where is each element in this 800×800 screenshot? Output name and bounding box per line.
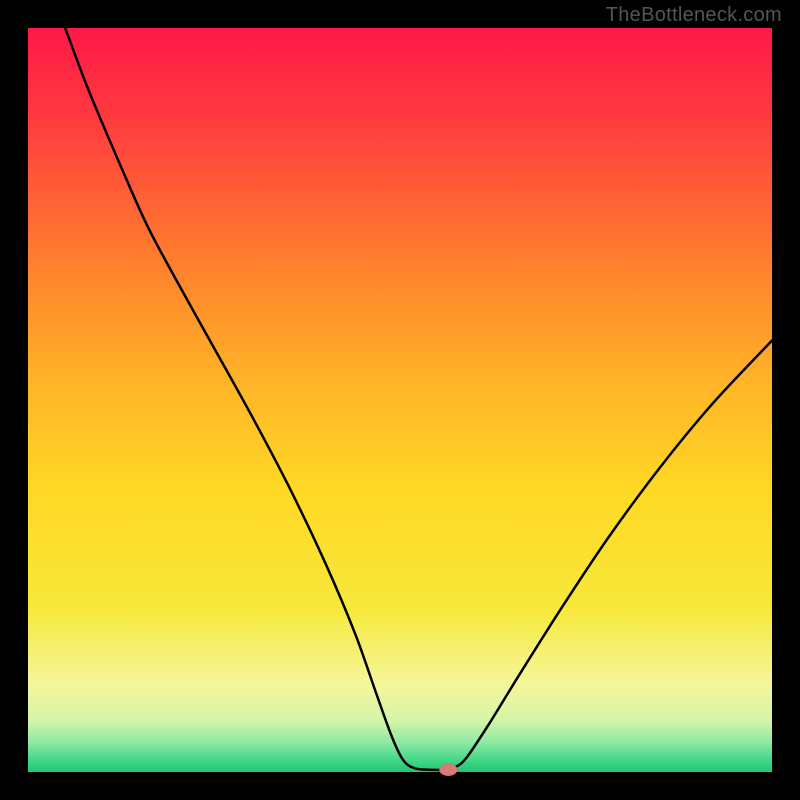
chart-container (0, 0, 800, 800)
plot-background (28, 28, 772, 772)
minimum-marker (439, 764, 457, 776)
watermark-text: TheBottleneck.com (606, 4, 782, 27)
bottleneck-chart-svg (0, 0, 800, 800)
